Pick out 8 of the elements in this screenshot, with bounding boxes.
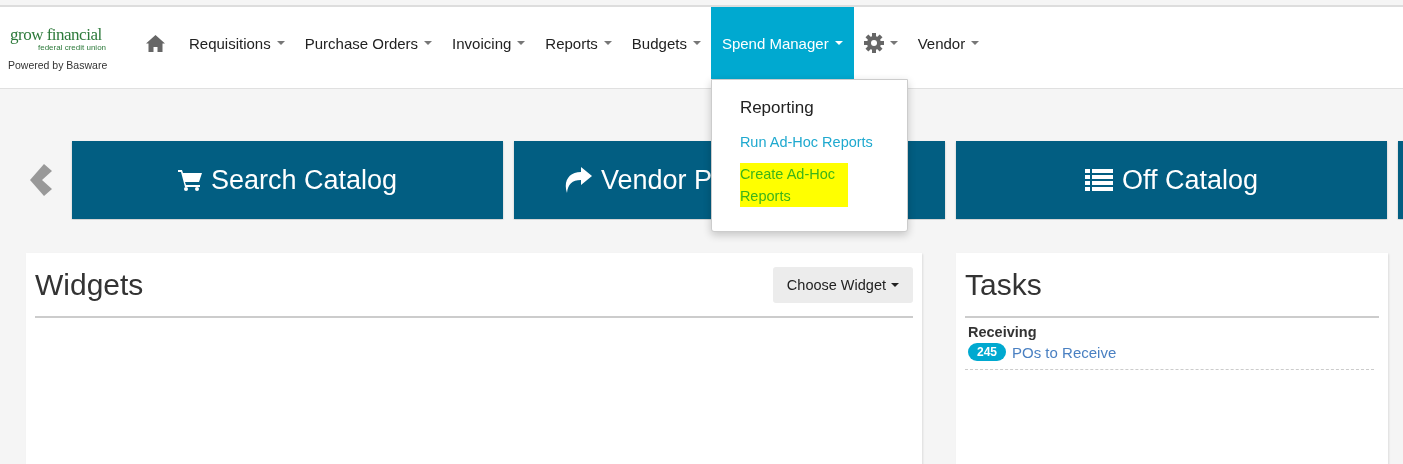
dropdown-header: Reporting <box>739 98 814 118</box>
logo: grow financial <box>9 26 102 43</box>
powered-by-text: Powered by Basware <box>8 59 109 71</box>
logo-subtitle: federal credit union <box>38 43 107 52</box>
task-group-title: Receiving <box>968 324 1038 340</box>
panel-title: Tasks <box>965 267 1042 302</box>
count-badge: 245 <box>968 343 1007 361</box>
panel-title: Widgets <box>35 267 144 302</box>
